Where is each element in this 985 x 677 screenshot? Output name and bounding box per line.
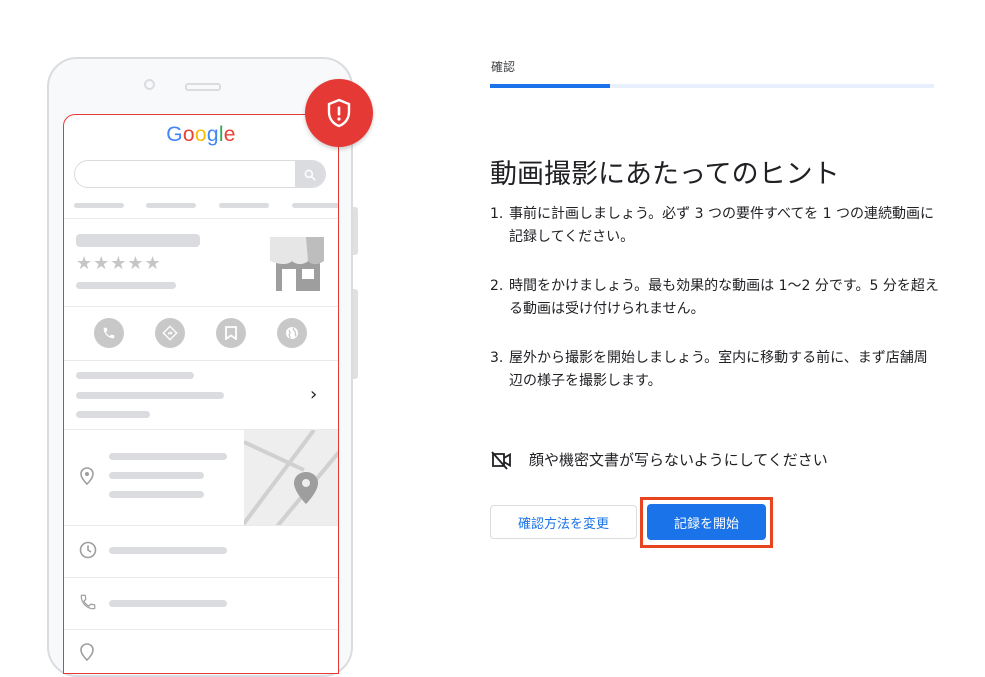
clock-icon [79,541,97,559]
tip-item: 1. 事前に計画しましょう。必ず 3 つの要件すべてを 1 つの連続動画に記録し… [490,203,940,249]
mock-save-action [216,318,246,348]
location-pin-icon [80,643,94,661]
mock-phone-line [109,600,227,607]
chevron-right-icon: › [310,384,318,405]
tip-text: 屋外から撮影を開始しましょう。室内に移動する前に、まず店舗周辺の様子を撮影します… [509,350,928,389]
mock-call-action [94,318,124,348]
phone-icon [103,327,115,339]
mock-info-line [76,411,150,418]
phone-icon [80,594,96,610]
step-label: 確認 [491,60,516,74]
mock-address-line [109,472,204,479]
map-icon [244,430,338,525]
privacy-warning: 顔や機密文書が写らないようにしてください [490,449,828,470]
phone-side-button [353,289,358,379]
warning-text: 顔や機密文書が写らないようにしてください [529,451,828,469]
mock-info-line [76,372,194,379]
mock-hours-line [109,547,227,554]
tip-item: 3. 屋外から撮影を開始しましょう。室内に移動する前に、まず店舗周辺の様子を撮影… [490,347,940,393]
mock-search-button [295,161,325,187]
videocam-off-icon [491,450,511,470]
phone-camera [144,79,155,90]
tip-number: 2. [490,278,504,294]
tip-number: 1. [490,206,504,222]
start-recording-button[interactable]: 記録を開始 [647,504,766,540]
shield-alert-icon [327,98,351,128]
phone-illustration: Google ★★★★★ › [47,57,358,677]
mock-address-line [109,491,204,498]
mock-map-thumbnail [244,430,338,525]
shield-alert-badge [305,79,373,147]
mock-rating-stars: ★★★★★ [76,253,162,274]
page-title: 動画撮影にあたってのヒント [490,159,840,191]
change-method-button[interactable]: 確認方法を変更 [490,505,637,539]
mock-business-name [76,234,200,247]
google-logo: Google [166,123,236,146]
storefront-icon [270,237,324,291]
location-pin-icon [80,467,94,485]
progress-bar-fill [490,84,610,88]
tips-list: 1. 事前に計画しましょう。必ず 3 つの要件すべてを 1 つの連続動画に記録し… [490,203,940,419]
bookmark-icon [225,326,237,340]
directions-icon [162,325,178,341]
mock-website-action [277,318,307,348]
mock-directions-action [155,318,185,348]
tip-item: 2. 時間をかけましょう。最も効果的な動画は 1〜2 分です。5 分を超える動画… [490,275,940,321]
mock-search-bar [74,160,326,188]
phone-screen: Google ★★★★★ › [63,114,339,674]
phone-speaker [185,83,221,91]
progress-bar [490,84,934,88]
phone-side-button [353,207,358,255]
mock-info-line [76,392,224,399]
mock-category-line [76,282,176,289]
mock-tab-lines [74,203,338,213]
search-icon [304,169,316,181]
tip-text: 事前に計画しましょう。必ず 3 つの要件すべてを 1 つの連続動画に記録してくだ… [509,206,934,245]
globe-icon [286,327,298,339]
mock-address-line [109,453,227,460]
tip-text: 時間をかけましょう。最も効果的な動画は 1〜2 分です。5 分を超える動画は受け… [509,278,939,317]
tip-number: 3. [490,350,504,366]
